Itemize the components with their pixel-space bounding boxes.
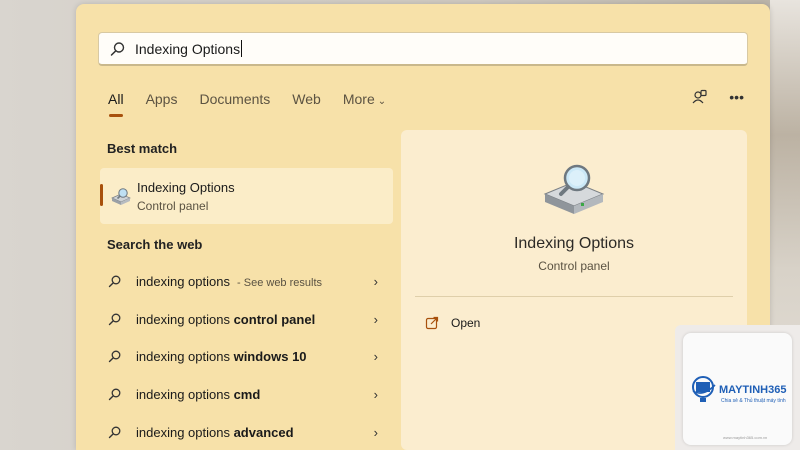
web-result-row[interactable]: indexing options control panel ›: [108, 304, 378, 334]
brand-tagline: Chia sẻ & Thủ thuật máy tính: [721, 398, 786, 404]
filter-tabs: All Apps Documents Web More ⌄: [108, 91, 408, 117]
tab-more[interactable]: More ⌄: [343, 91, 386, 117]
open-label: Open: [451, 316, 481, 330]
selection-indicator: [100, 184, 103, 206]
tab-apps[interactable]: Apps: [146, 91, 178, 117]
search-input[interactable]: Indexing Options: [135, 41, 240, 57]
indexing-options-icon: [111, 188, 131, 205]
tab-apps-label: Apps: [145, 91, 178, 107]
tab-documents[interactable]: Documents: [199, 91, 270, 117]
text-caret: [241, 40, 243, 57]
brand-name: MAYTINH365: [719, 384, 787, 396]
search-icon: [108, 350, 121, 363]
query-prefix: indexing options: [136, 348, 234, 364]
people-share-icon[interactable]: [691, 88, 709, 106]
query-suggestion: cmd: [233, 386, 261, 402]
query-prefix: indexing options: [136, 386, 234, 402]
search-web-heading: Search the web: [107, 237, 203, 252]
query-prefix: indexing options: [136, 424, 234, 440]
computer-globe-icon: [692, 376, 716, 402]
query-prefix: indexing options: [136, 311, 234, 327]
search-icon: [108, 388, 121, 401]
open-external-icon: [425, 316, 439, 330]
chevron-right-icon: ›: [373, 386, 378, 402]
query-prefix: indexing options: [136, 273, 230, 289]
query-suggestion: control panel: [233, 311, 316, 327]
chevron-right-icon: ›: [373, 348, 378, 364]
logo-card: MAYTINH365 Chia sẻ & Thủ thuật máy tính …: [683, 333, 792, 445]
search-box[interactable]: Indexing Options: [98, 32, 748, 66]
preview-title: Indexing Options: [513, 235, 635, 252]
best-match-item[interactable]: Indexing Options Control panel: [100, 168, 393, 224]
tab-web[interactable]: Web: [292, 91, 321, 117]
best-match-subtitle: Control panel: [137, 199, 209, 213]
watermark-logo: MAYTINH365 Chia sẻ & Thủ thuật máy tính …: [675, 325, 800, 450]
open-action[interactable]: Open: [425, 316, 480, 330]
more-options-button[interactable]: •••: [729, 89, 744, 105]
tab-all[interactable]: All: [108, 91, 124, 117]
search-icon: [108, 426, 121, 439]
search-icon: [108, 275, 121, 288]
tab-documents-label: Documents: [199, 91, 271, 107]
web-result-text: indexing options windows 10: [136, 349, 307, 364]
web-result-row[interactable]: indexing options cmd ›: [108, 379, 378, 409]
web-result-row[interactable]: indexing options windows 10 ›: [108, 341, 378, 371]
see-web-results-hint: - See web results: [233, 276, 323, 289]
indexing-options-icon: [543, 164, 605, 214]
tab-more-label: More: [342, 91, 375, 107]
best-match-heading: Best match: [107, 141, 178, 156]
web-result-text: indexing options - See web results: [136, 274, 322, 289]
chevron-down-icon: ⌄: [377, 96, 387, 107]
chevron-right-icon: ›: [373, 273, 378, 289]
best-match-title: Indexing Options: [137, 180, 235, 195]
preview-subtitle: Control panel: [538, 259, 610, 273]
brand-url: www.maytinh365.com.vn: [723, 435, 768, 440]
chevron-right-icon: ›: [373, 311, 378, 327]
search-icon: [108, 313, 121, 326]
search-icon: [110, 41, 125, 56]
tab-web-label: Web: [292, 91, 321, 107]
query-suggestion: windows 10: [233, 348, 307, 364]
query-suggestion: advanced: [233, 424, 294, 440]
chevron-right-icon: ›: [373, 424, 378, 440]
divider: [415, 296, 733, 297]
web-result-text: indexing options advanced: [136, 425, 294, 440]
web-result-row[interactable]: indexing options advanced ›: [108, 417, 378, 447]
web-result-row[interactable]: indexing options - See web results ›: [108, 266, 378, 296]
start-search-panel: Indexing Options All Apps Documents Web …: [76, 4, 770, 450]
web-result-text: indexing options cmd: [136, 387, 260, 402]
web-result-text: indexing options control panel: [136, 312, 315, 327]
toolbar-icons: •••: [691, 88, 744, 106]
tab-all-label: All: [108, 91, 124, 107]
